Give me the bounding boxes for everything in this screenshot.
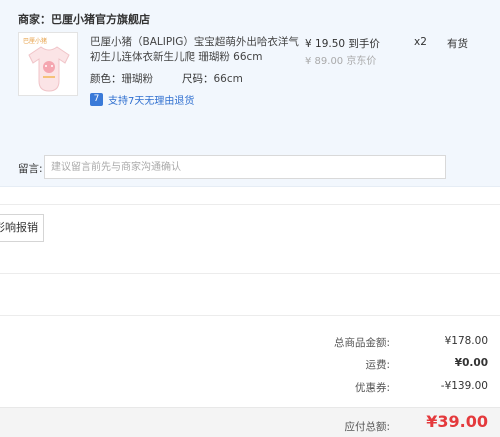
summary-label: 总商品金额: (333, 337, 390, 349)
size-value: 66cm (213, 73, 243, 85)
divider (0, 315, 500, 316)
summary-label: 运费: (365, 359, 390, 371)
summary-value: -¥139.00 (440, 380, 488, 392)
deal-price: ¥ 19.50 到手价 (305, 38, 380, 50)
product-title[interactable]: 巴厘小猪（BALIPIG）宝宝超萌外出哈衣洋气初生儿连体衣新生儿爬 珊瑚粉 66… (90, 35, 300, 65)
merchant-line: 商家：巴厘小猪官方旗舰店 (18, 11, 150, 27)
summary-shipping: 运费: ¥0.00 (0, 357, 500, 377)
size-label: 尺码： (182, 73, 214, 85)
size-attribute: 尺码：66cm (182, 71, 243, 86)
total-payable-bar: 应付总额: ¥39.00 (0, 407, 500, 437)
divider (0, 273, 500, 274)
message-label: 留言: (18, 163, 43, 175)
seven-day-return-icon: 7 (90, 93, 103, 106)
total-label: 应付总额: (344, 421, 390, 433)
invoice-button[interactable]: 影响报销 (0, 214, 44, 242)
divider (0, 204, 500, 205)
quantity: x2 (414, 36, 427, 48)
order-item-panel: 商家：巴厘小猪官方旗舰店 巴厘小猪 巴厘小猪（BALIPIG）宝宝超萌外出哈衣洋… (0, 0, 500, 187)
summary-value: ¥178.00 (444, 335, 488, 347)
product-thumbnail[interactable]: 巴厘小猪 (18, 32, 78, 96)
baby-romper-image (28, 46, 70, 92)
stock-status: 有货 (447, 38, 468, 50)
color-value: 珊瑚粉 (121, 73, 154, 85)
merchant-name[interactable]: 巴厘小猪官方旗舰店 (51, 13, 150, 26)
jd-price: ¥ 89.00 京东价 (305, 56, 377, 67)
summary-coupon: 优惠券: -¥139.00 (0, 380, 500, 400)
return-policy[interactable]: 7 支持7天无理由退货 (90, 92, 194, 107)
summary-value: ¥0.00 (454, 357, 488, 369)
summary-label: 优惠券: (354, 382, 390, 394)
return-policy-text: 支持7天无理由退货 (108, 96, 195, 107)
merchant-label: 商家： (18, 13, 51, 26)
color-attribute: 颜色：珊瑚粉 (90, 71, 153, 86)
color-label: 颜色： (90, 73, 122, 85)
summary-goods-total: 总商品金额: ¥178.00 (0, 335, 500, 355)
message-input[interactable] (44, 155, 446, 179)
total-value: ¥39.00 (426, 412, 488, 431)
